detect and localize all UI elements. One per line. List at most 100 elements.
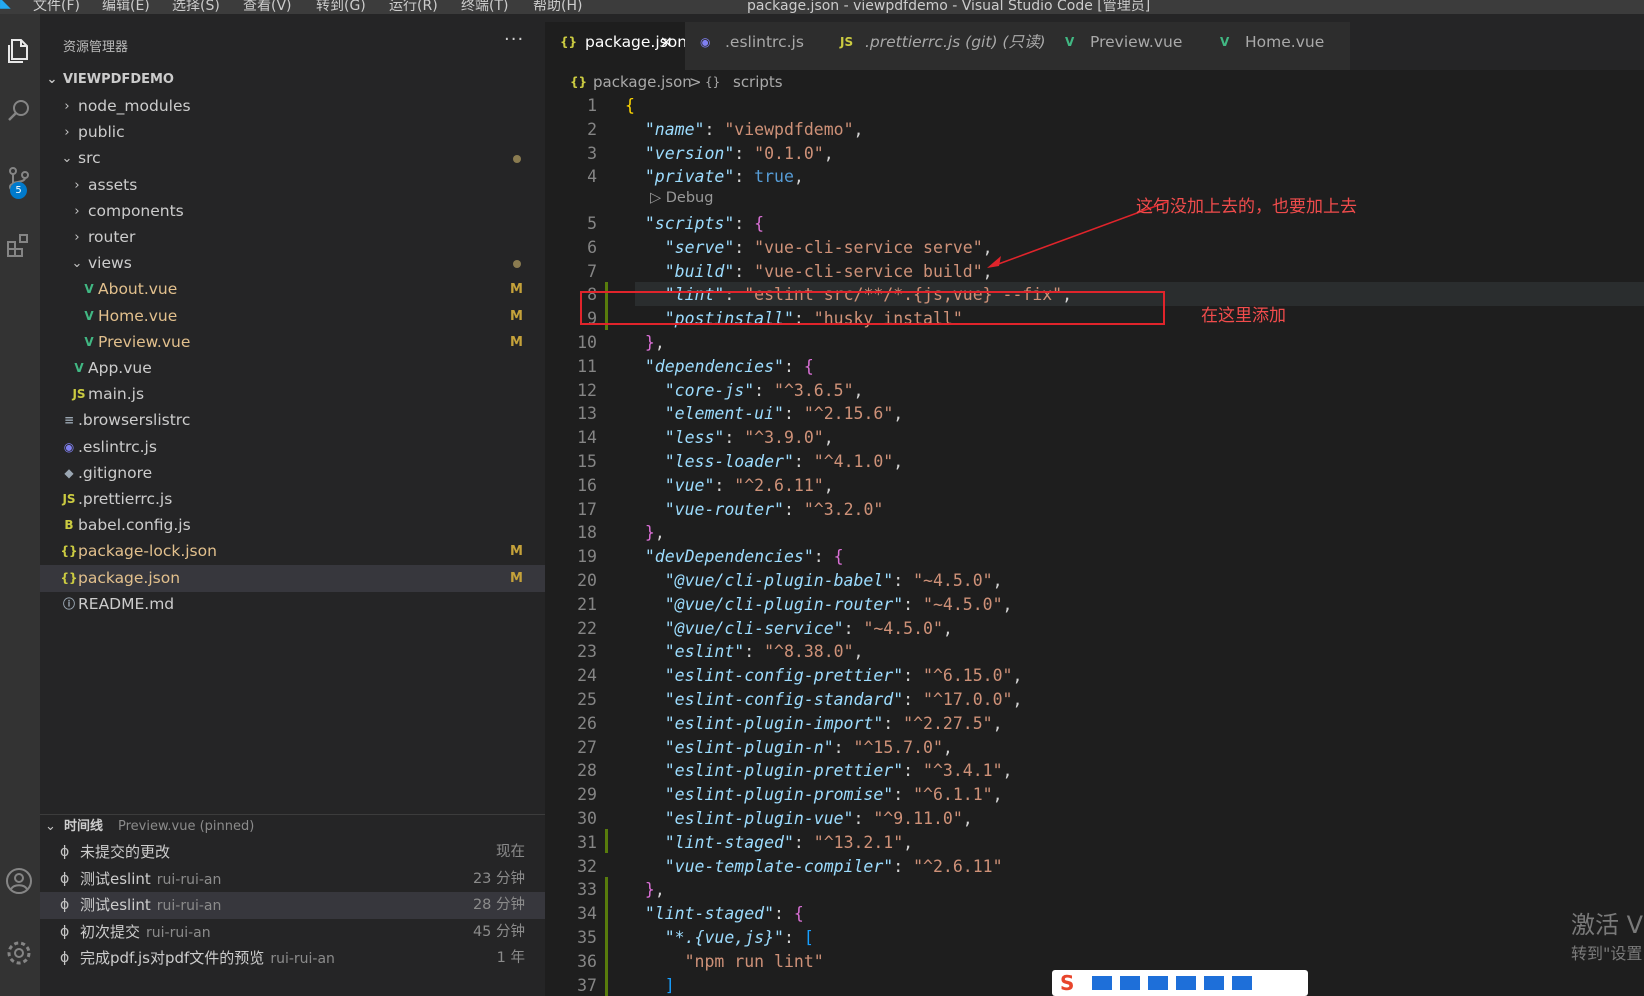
line-number: 14 [577,428,597,448]
code-line[interactable]: "vue-router": "^3.2.0" [625,498,884,522]
code-line[interactable]: "@vue/cli-plugin-router": "~4.5.0", [625,593,1013,617]
timeline-header[interactable]: ⌄ 时间线 Preview.vue (pinned) [40,814,545,839]
code-line[interactable]: "element-ui": "^2.15.6", [625,402,903,426]
tab[interactable]: {} package.json × [545,22,687,70]
code-line[interactable]: ] [625,974,675,996]
code-line[interactable]: }, [625,331,665,355]
code-line[interactable]: "eslint-plugin-prettier": "^3.4.1", [625,759,1013,783]
code-line[interactable]: "lint-staged": "^13.2.1", [625,831,913,855]
breadcrumb-symbol[interactable]: scripts [733,70,783,94]
code-line[interactable]: "vue": "^2.6.11", [625,474,834,498]
code-line[interactable]: "eslint-config-prettier": "^6.15.0", [625,664,1023,688]
tree-item-label: .prettierrc.js [78,490,173,508]
ime-toolbar[interactable]: S [1052,970,1308,996]
code-line[interactable]: "vue-template-compiler": "^2.6.11" [625,855,1003,879]
timeline-entry[interactable]: ϕ 初次提交 rui-rui-an 45 分钟 [40,919,545,946]
close-icon[interactable]: × [660,22,673,62]
tree-file[interactable]: {} package-lock.json M [40,538,545,565]
timeline-entry[interactable]: ϕ 未提交的更改 现在 [40,839,545,866]
tab[interactable]: ◉ .eslintrc.js [685,22,826,70]
code-line[interactable]: "core-js": "^3.6.5", [625,379,864,403]
code-line[interactable]: }, [625,878,665,902]
code-line[interactable]: "eslint-plugin-vue": "^9.11.0", [625,807,973,831]
code-line[interactable]: "*.{vue,js}": [ [625,926,814,950]
menu-selection[interactable]: 选择(S) [172,0,220,14]
more-actions-icon[interactable]: ··· [504,29,524,50]
code-line[interactable]: "version": "0.1.0", [625,142,834,166]
code-line[interactable]: "eslint-plugin-n": "^15.7.0", [625,736,953,760]
account-icon[interactable] [4,866,34,896]
explorer-icon[interactable] [4,36,34,66]
tree-item-label: package.json [78,568,181,587]
code-line[interactable]: "@vue/cli-plugin-babel": "~4.5.0", [625,569,1003,593]
search-icon[interactable] [4,96,34,126]
commit-icon: ϕ [60,870,70,887]
tree-folder[interactable]: › router [40,224,545,251]
code-line[interactable]: "name": "viewpdfdemo", [625,118,864,142]
tree-file[interactable]: V About.vue M [40,276,545,303]
code-line[interactable]: "npm run lint" [625,950,824,974]
code-line[interactable]: "eslint-plugin-promise": "^6.1.1", [625,783,1003,807]
code-line[interactable]: }, [625,521,665,545]
code-line[interactable]: "scripts": { [625,212,764,236]
tab[interactable]: JS .prettierrc.js (git) (只读) [825,22,1051,70]
tree-file[interactable]: JS main.js [40,381,545,408]
vscode-logo-icon[interactable]: ◣ [0,0,11,11]
tree-file[interactable]: ⓘ README.md [40,591,545,618]
menu-terminal[interactable]: 终端(T) [461,0,508,14]
debug-codelens[interactable]: ▷ Debug [650,190,713,206]
line-number: 20 [577,570,597,590]
tree-folder[interactable]: ⌄ views [40,250,545,277]
code-line[interactable]: "devDependencies": { [625,545,844,569]
extensions-icon[interactable] [4,230,34,260]
tab[interactable]: V Home.vue [1205,22,1351,70]
tree-file[interactable]: V Home.vue M [40,303,545,330]
tree-file[interactable]: {} package.json M [40,564,545,592]
timeline-label: 完成pdf.js对pdf文件的预览 rui-rui-an [80,949,335,967]
code-line[interactable]: "less-loader": "^4.1.0", [625,450,903,474]
tree-file[interactable]: JS .prettierrc.js [40,486,545,513]
ime-tool-icons[interactable] [1092,976,1292,990]
menu-file[interactable]: 文件(F) [33,0,80,14]
tree-folder[interactable]: › components [40,198,545,225]
code-line[interactable]: "serve": "vue-cli-service serve", [625,236,993,260]
tree-item-label: .gitignore [78,463,153,482]
menu-edit[interactable]: 编辑(E) [102,0,150,14]
code-line[interactable]: "less": "^3.9.0", [625,426,834,450]
code-line[interactable]: { [625,94,635,118]
code-line[interactable]: "eslint-config-standard": "^17.0.0", [625,688,1023,712]
sogou-logo-icon[interactable]: S [1060,971,1074,995]
tree-folder[interactable]: › assets [40,172,545,199]
timeline-entry[interactable]: ϕ 测试eslint rui-rui-an 28 分钟 [40,892,545,919]
tree-file[interactable]: V Preview.vue M [40,329,545,356]
tab-label: Preview.vue [1090,33,1183,51]
tab[interactable]: V Preview.vue [1050,22,1206,70]
breadcrumb-file[interactable]: package.json [593,70,692,94]
code-line[interactable]: "dependencies": { [625,355,814,379]
tree-folder[interactable]: › node_modules [40,93,545,120]
timeline-entry[interactable]: ϕ 完成pdf.js对pdf文件的预览 rui-rui-an 1 年 [40,945,545,972]
file-type-icon: V [1065,35,1075,49]
menu-help[interactable]: 帮助(H) [533,0,582,14]
code-line[interactable]: "eslint": "^8.38.0", [625,640,864,664]
timeline-pinned: Preview.vue (pinned) [118,819,255,834]
tree-folder[interactable]: › public [40,119,545,146]
menu-go[interactable]: 转到(G) [316,0,366,14]
settings-gear-icon[interactable] [4,938,34,968]
code-editor[interactable]: {1 "name": "viewpdfdemo", 2 "version": "0… [545,94,1644,996]
tree-file[interactable]: ◆ .gitignore [40,460,545,487]
tree-folder[interactable]: ⌄ src [40,145,545,172]
code-line[interactable]: "lint-staged": { [625,902,804,926]
project-root[interactable]: ⌄ VIEWPDFDEMO [40,66,545,93]
code-line[interactable]: "@vue/cli-service": "~4.5.0", [625,617,953,641]
code-line[interactable]: "eslint-plugin-import": "^2.27.5", [625,712,1003,736]
tree-file[interactable]: Bbabel.config.js [40,512,545,539]
menu-view[interactable]: 查看(V) [243,0,292,14]
tree-file[interactable]: ≡ .browserslistrc [40,407,545,434]
tree-file[interactable]: ◉ .eslintrc.js [40,434,545,461]
tree-file[interactable]: V App.vue [40,355,545,382]
timeline-entry[interactable]: ϕ 测试eslint rui-rui-an 23 分钟 [40,866,545,893]
code-line[interactable]: "build": "vue-cli-service build", [625,260,993,284]
menu-run[interactable]: 运行(R) [389,0,438,14]
code-line[interactable]: "private": true, [625,165,804,189]
